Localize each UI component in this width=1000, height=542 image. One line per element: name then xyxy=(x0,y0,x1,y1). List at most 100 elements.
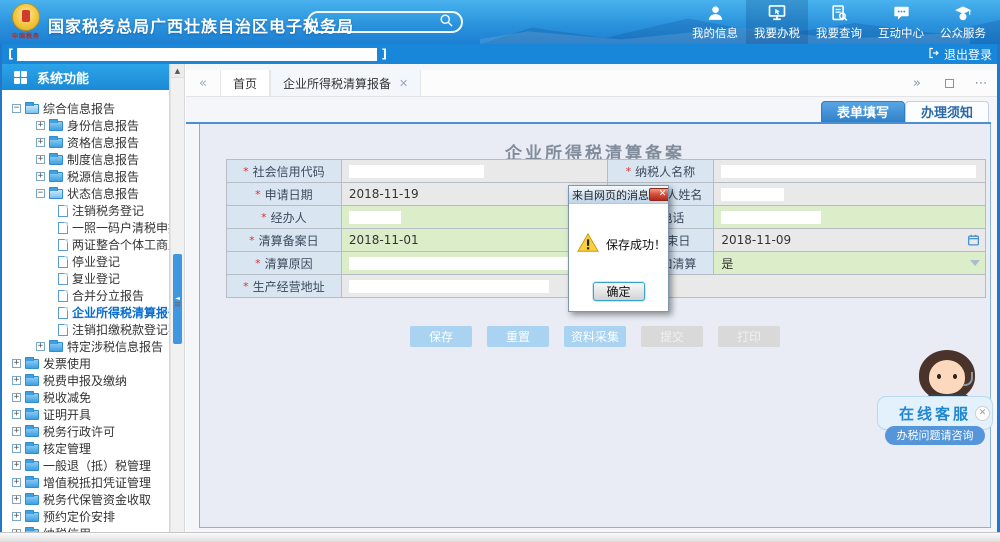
dropdown-caret-icon[interactable] xyxy=(970,260,980,266)
sidebar-item-1[interactable]: +身份信息报告 xyxy=(2,117,169,134)
field-label-cell: *社会信用代码 xyxy=(227,160,342,183)
field-value-7[interactable]: 2018-11-09 xyxy=(714,229,986,252)
calendar-icon[interactable] xyxy=(967,234,980,247)
sidebar-item-21[interactable]: +一般退（抵）税管理 xyxy=(2,457,169,474)
expand-expander-icon[interactable]: + xyxy=(12,410,21,419)
emblem-icon xyxy=(12,3,40,31)
sidebar-item-24[interactable]: +预约定价安排 xyxy=(2,508,169,525)
logout-button[interactable]: 退出登录 xyxy=(928,46,992,63)
sidebar-item-11[interactable]: 合并分立报告 xyxy=(2,287,169,304)
expand-expander-icon[interactable]: + xyxy=(12,376,21,385)
scroll-up-icon[interactable]: ▲ xyxy=(171,64,184,78)
expand-expander-icon[interactable]: + xyxy=(36,121,45,130)
sidebar-item-12[interactable]: 企业所得税清算报备 xyxy=(2,304,169,321)
expand-expander-icon[interactable]: + xyxy=(12,461,21,470)
sidebar-item-20[interactable]: +核定管理 xyxy=(2,440,169,457)
sidebar-item-15[interactable]: +发票使用 xyxy=(2,355,169,372)
sidebar-item-14[interactable]: + 特定涉税信息报告 xyxy=(2,338,169,355)
field-value-text: 是 xyxy=(721,255,733,272)
sidebar-item-18[interactable]: +证明开具 xyxy=(2,406,169,423)
sidebar-item-22[interactable]: +增值税抵扣凭证管理 xyxy=(2,474,169,491)
field-value-text: 2018-11-19 xyxy=(349,187,419,201)
sidebar-item-5[interactable]: −状态信息报告 xyxy=(2,185,169,202)
expand-expander-icon[interactable]: + xyxy=(12,512,21,521)
service-consult-link[interactable]: 办税问题请咨询 xyxy=(885,426,985,445)
online-service-button[interactable]: 在线客服 ✕ xyxy=(877,396,993,430)
sidebar-item-label: 税收减免 xyxy=(43,389,91,406)
sidebar-item-3[interactable]: +制度信息报告 xyxy=(2,151,169,168)
sidebar-item-6[interactable]: 注销税务登记 xyxy=(2,202,169,219)
field-value-0[interactable] xyxy=(342,160,608,183)
more-options-icon[interactable]: ⋯ xyxy=(965,70,997,96)
online-service-widget: 在线客服 ✕ 办税问题请咨询 xyxy=(877,350,997,445)
form-row: *社会信用代码*纳税人名称 xyxy=(227,160,986,183)
sidebar-scrollbar[interactable]: ▲ ◄ ≡ xyxy=(170,64,185,532)
sidebar-item-13[interactable]: 注销扣缴税款登记事项 xyxy=(2,321,169,338)
warning-icon xyxy=(577,232,599,257)
scrollbar-thumb[interactable]: ◄ xyxy=(173,254,182,344)
sidebar-item-23[interactable]: +税务代保管资金收取 xyxy=(2,491,169,508)
sidebar-item-7[interactable]: 一照一码户清税申报 xyxy=(2,219,169,236)
expand-expander-icon[interactable]: + xyxy=(36,172,45,181)
sidebar-item-4[interactable]: +税源信息报告 xyxy=(2,168,169,185)
sidebar-item-9[interactable]: 停业登记 xyxy=(2,253,169,270)
sidebar-item-17[interactable]: + 税收减免 xyxy=(2,389,169,406)
field-value-3[interactable] xyxy=(714,183,986,206)
sidebar-item-10[interactable]: 复业登记 xyxy=(2,270,169,287)
search-input[interactable] xyxy=(307,11,463,33)
expand-expander-icon[interactable]: + xyxy=(36,155,45,164)
expand-expander-icon[interactable]: + xyxy=(12,393,21,402)
nav-item-monitor[interactable]: 我要办税 xyxy=(746,0,808,44)
sidebar-item-25[interactable]: +纳税信用 xyxy=(2,525,169,532)
form-button-2[interactable]: 资料采集 xyxy=(564,326,626,347)
form-button-1[interactable]: 重置 xyxy=(487,326,549,347)
field-value-5[interactable] xyxy=(714,206,986,229)
expand-tabs-icon[interactable]: » xyxy=(901,70,933,96)
field-value-9[interactable]: 是 xyxy=(714,252,986,275)
window-tab-1[interactable]: 企业所得税清算报备✕ xyxy=(270,70,421,96)
expand-expander-icon[interactable]: + xyxy=(36,138,45,147)
dialog-ok-button[interactable]: 确定 xyxy=(593,282,645,301)
field-value-1[interactable] xyxy=(714,160,986,183)
nav-item-chat[interactable]: 互动中心 xyxy=(870,0,932,44)
dialog-body: 保存成功！ 确定 xyxy=(569,204,668,311)
tab-form-fill[interactable]: 表单填写 xyxy=(821,101,905,124)
nav-item-user[interactable]: 我的信息 xyxy=(684,0,746,44)
sidebar-item-8[interactable]: 两证整合个体工商户清税申 xyxy=(2,236,169,253)
collapse-expander-icon[interactable]: − xyxy=(12,104,21,113)
form-button-0[interactable]: 保存 xyxy=(410,326,472,347)
sidebar-item-label: 特定涉税信息报告 xyxy=(67,338,163,355)
expand-expander-icon[interactable]: + xyxy=(12,427,21,436)
service-close-icon[interactable]: ✕ xyxy=(975,406,990,421)
collapse-expander-icon[interactable]: − xyxy=(36,189,45,198)
sidebar-item-16[interactable]: +税费申报及缴纳 xyxy=(2,372,169,389)
maximize-icon[interactable] xyxy=(933,70,965,96)
dialog-close-icon[interactable]: ✕ xyxy=(649,188,668,201)
collapse-tabs-icon[interactable]: « xyxy=(186,70,220,96)
expand-expander-icon[interactable]: + xyxy=(12,495,21,504)
company-name-redacted xyxy=(17,48,377,61)
expand-expander-icon[interactable]: + xyxy=(12,478,21,487)
user-icon xyxy=(706,3,725,23)
webpage-message-dialog: 来自网页的消息 ✕ 保存成功！ 确定 xyxy=(568,185,669,312)
sidebar-item-label: 停业登记 xyxy=(72,253,120,270)
tabs-underline xyxy=(186,122,991,124)
splitter-grip-icon[interactable]: ≡ xyxy=(171,300,184,310)
document-icon xyxy=(58,222,68,234)
form-actions: 保存重置资料采集提交打印 xyxy=(200,326,990,347)
window-tab-0[interactable]: 首页 xyxy=(220,70,270,96)
expand-expander-icon[interactable]: + xyxy=(12,444,21,453)
field-label-cell: *清算备案日 xyxy=(227,229,342,252)
sidebar-item-label: 一照一码户清税申报 xyxy=(72,219,169,236)
subheader: [ ] 退出登录 xyxy=(0,44,1000,64)
sidebar-item-2[interactable]: +资格信息报告 xyxy=(2,134,169,151)
sidebar-item-0[interactable]: −综合信息报告 xyxy=(2,100,169,117)
nav-item-query[interactable]: 我要查询 xyxy=(808,0,870,44)
nav-item-service[interactable]: 公众服务 xyxy=(932,0,994,44)
close-tab-icon[interactable]: ✕ xyxy=(399,77,408,90)
expand-expander-icon[interactable]: + xyxy=(36,342,45,351)
tab-notice[interactable]: 办理须知 xyxy=(905,101,989,124)
expand-expander-icon[interactable]: + xyxy=(12,359,21,368)
sidebar-item-19[interactable]: +税务行政许可 xyxy=(2,423,169,440)
search-icon xyxy=(439,13,454,32)
